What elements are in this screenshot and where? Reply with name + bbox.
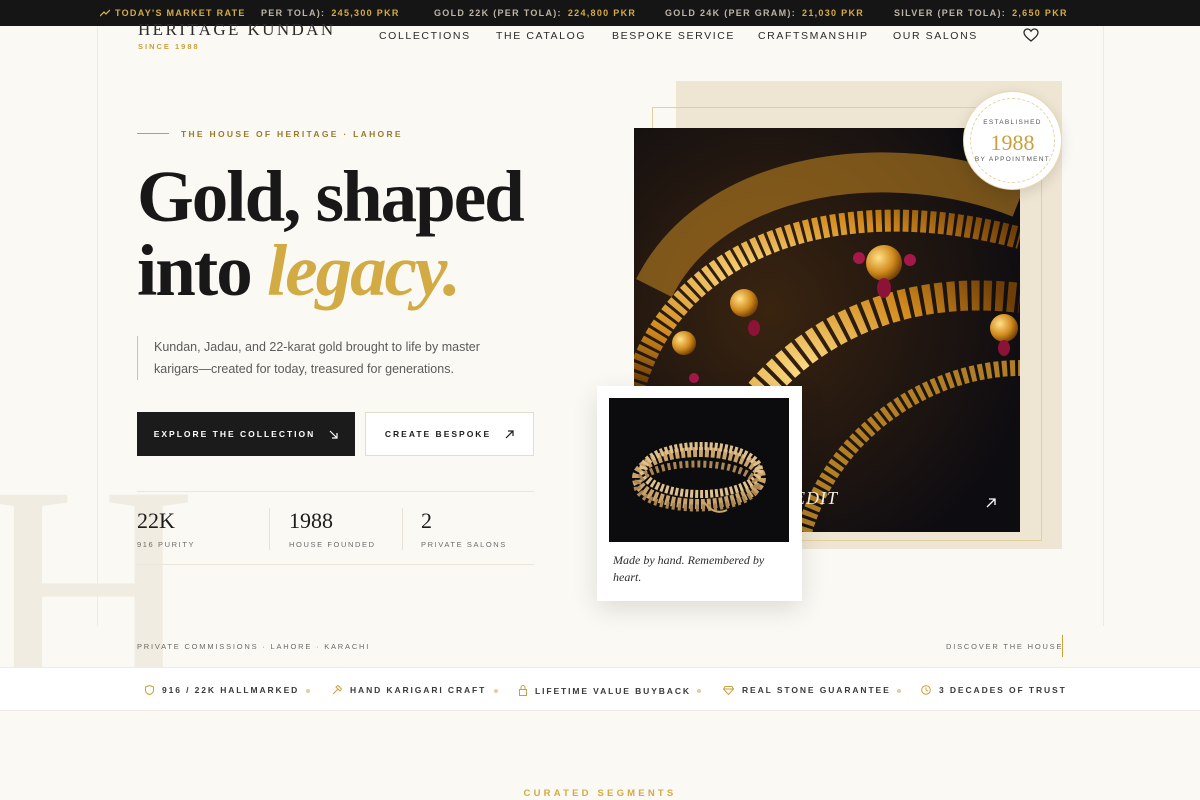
- badge-top-text: ESTABLISHED: [983, 119, 1042, 126]
- trust-item-label: 3 DECADES OF TRUST: [939, 685, 1067, 695]
- card-caption: Made by hand. Remembered by heart.: [613, 553, 765, 584]
- badge-bottom-text: BY APPOINTMENT: [974, 156, 1051, 163]
- create-bespoke-button[interactable]: CREATE BESPOKE: [365, 412, 534, 456]
- hammer-icon: [332, 684, 343, 695]
- brand-name: HERITAGE KUNDAN: [138, 20, 336, 39]
- trust-separator: [306, 689, 310, 693]
- trust-item-label: REAL STONE GUARANTEE: [742, 685, 891, 695]
- stat-label: 916 PURITY: [137, 540, 196, 549]
- headline-line-1: Gold, shaped: [137, 156, 525, 237]
- shield-icon: [145, 684, 154, 696]
- hero-eyebrow: THE HOUSE OF HERITAGE · LAHORE: [137, 129, 403, 139]
- arrow-up-right-icon: [505, 429, 514, 438]
- stat-purity: 22K 916 PURITY: [137, 508, 195, 549]
- bangles-feature-card[interactable]: Made by hand. Remembered by heart.: [597, 386, 802, 601]
- ticker-item-label: SILVER (PER TOLA):: [894, 8, 1007, 18]
- trust-item-label: 916 / 22K HALLMARKED: [162, 685, 300, 695]
- ticker-item: PER TOLA): 245,300 PKR: [261, 8, 400, 18]
- trust-separator: [494, 689, 498, 693]
- trend-up-icon: [99, 9, 111, 17]
- hero-stats: 22K 916 PURITY 1988 HOUSE FOUNDED 2 PRIV…: [137, 491, 534, 565]
- curated-segments-heading: CURATED SEGMENTS: [523, 788, 677, 799]
- ticker-lead-label: TODAY'S MARKET RATE: [115, 8, 246, 18]
- hero-headline: Gold, shaped into legacy.: [137, 160, 525, 311]
- trust-item-karigari: HAND KARIGARI CRAFT: [332, 684, 487, 695]
- stat-divider: [269, 508, 270, 550]
- ticker-item: GOLD 24K (PER GRAM): 21,030 PKR: [665, 8, 864, 18]
- clock-icon: [921, 685, 931, 695]
- established-badge: ESTABLISHED 1988 BY APPOINTMENT: [963, 91, 1062, 190]
- ticker-item-label: GOLD 22K (PER TOLA):: [434, 8, 562, 18]
- stat-value: 22K: [137, 508, 175, 533]
- nav-craftsmanship[interactable]: CRAFTSMANSHIP: [758, 30, 869, 42]
- lock-icon: [519, 685, 527, 696]
- trust-item-buyback: LIFETIME VALUE BUYBACK: [519, 685, 691, 696]
- stat-label: PRIVATE SALONS: [421, 540, 507, 549]
- ticker-item: GOLD 22K (PER TOLA): 224,800 PKR: [434, 8, 636, 18]
- guide-line: [1103, 26, 1104, 626]
- private-commissions-text: PRIVATE COMMISSIONS · LAHORE · KARACHI: [137, 642, 371, 651]
- ticker-item-value: 245,300 PKR: [331, 8, 400, 18]
- trust-bar: 916 / 22K HALLMARKED HAND KARIGARI CRAFT…: [0, 667, 1200, 711]
- strip-accent-bar: [1062, 635, 1063, 657]
- arrow-up-right-icon[interactable]: [986, 498, 996, 508]
- ticker-item-label: PER TOLA):: [261, 8, 326, 18]
- ticker-item-label: GOLD 24K (PER GRAM):: [665, 8, 797, 18]
- headline-accent: legacy.: [266, 230, 461, 311]
- ticker-item-value: 224,800 PKR: [567, 8, 637, 18]
- brand-logo[interactable]: HERITAGE KUNDAN SINCE 1988: [138, 20, 336, 51]
- trust-item-label: HAND KARIGARI CRAFT: [350, 685, 487, 695]
- trust-item-decades: 3 DECADES OF TRUST: [921, 685, 1067, 695]
- ticker-item-value: 21,030 PKR: [802, 8, 865, 18]
- explore-collection-button[interactable]: EXPLORE THE COLLECTION: [137, 412, 355, 456]
- create-bespoke-label: CREATE BESPOKE: [384, 429, 492, 439]
- hero-lede: Kundan, Jadau, and 22-karat gold brought…: [137, 336, 497, 380]
- stat-divider: [402, 508, 403, 550]
- diamond-icon: [722, 686, 735, 696]
- stat-founded: 1988 HOUSE FOUNDED: [289, 508, 376, 549]
- explore-collection-label: EXPLORE THE COLLECTION: [153, 429, 316, 439]
- trust-item-label: LIFETIME VALUE BUYBACK: [535, 686, 691, 696]
- trust-separator: [897, 689, 901, 693]
- nav-catalog[interactable]: THE CATALOG: [496, 30, 586, 42]
- guide-line: [97, 26, 98, 626]
- brand-since: SINCE 1988: [138, 42, 200, 51]
- ticker-item: SILVER (PER TOLA): 2,650 PKR: [894, 8, 1068, 18]
- ticker-lead: TODAY'S MARKET RATE: [99, 8, 246, 18]
- nav-our-salons[interactable]: OUR SALONS: [893, 30, 978, 42]
- arrow-down-right-icon: [329, 430, 338, 439]
- stat-value: 2: [421, 508, 432, 533]
- bangles-photo: [609, 398, 789, 542]
- headline-line-2: into: [137, 230, 267, 311]
- trust-separator: [697, 689, 701, 693]
- stat-label: HOUSE FOUNDED: [289, 540, 376, 549]
- stat-salons: 2 PRIVATE SALONS: [421, 508, 507, 549]
- stat-value: 1988: [289, 508, 333, 533]
- ticker-item-value: 2,650 PKR: [1012, 8, 1068, 18]
- nav-bespoke-service[interactable]: BESPOKE SERVICE: [612, 30, 735, 42]
- trust-item-hallmarked: 916 / 22K HALLMARKED: [145, 684, 300, 696]
- nav-collections[interactable]: COLLECTIONS: [379, 30, 471, 42]
- discover-house-link[interactable]: DISCOVER THE HOUSE: [946, 642, 1063, 651]
- wishlist-heart-icon[interactable]: [1023, 28, 1039, 47]
- trust-item-stone: REAL STONE GUARANTEE: [722, 685, 891, 696]
- badge-year: 1988: [990, 130, 1035, 155]
